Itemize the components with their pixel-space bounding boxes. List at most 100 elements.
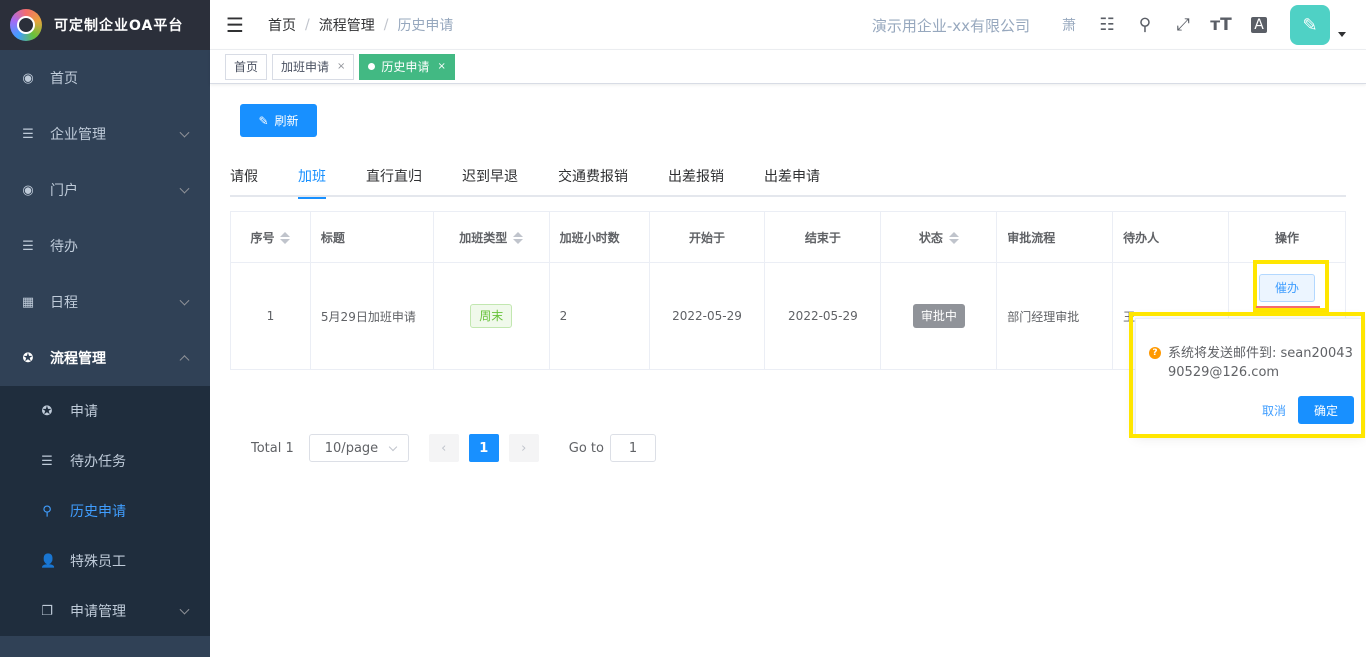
chevron-down-icon <box>388 442 398 452</box>
sidebar-item-schedule[interactable]: ▦ 日程 <box>0 274 210 330</box>
dashboard-icon: ◉ <box>22 70 34 86</box>
chevron-down-icon <box>179 127 190 138</box>
sort-icon[interactable] <box>948 231 959 245</box>
app-title: 可定制企业OA平台 <box>54 18 184 34</box>
column-header-title: 标题 <box>309 211 434 263</box>
cell-index: 1 <box>230 262 311 370</box>
close-icon[interactable]: × <box>437 55 445 79</box>
tab-direct-trip[interactable]: 直行直归 <box>346 159 442 197</box>
lifebuoy-icon: ✪ <box>22 350 34 366</box>
goto-label: Go to <box>568 440 604 456</box>
column-header-type[interactable]: 加班类型 <box>432 211 550 263</box>
avatar[interactable]: ✎ <box>1290 5 1330 45</box>
sidebar-subitem-history[interactable]: ⚲ 历史申请 <box>0 486 210 536</box>
sidebar: 可定制企业OA平台 ◉ 首页 ☰ 企业管理 ◉ 门户 ☰ 待办 ▦ 日程 ✪ 流… <box>0 0 210 657</box>
tags-view: 首页 加班申请 × 历史申请 × <box>210 50 1366 84</box>
sidebar-subitem-special-staff[interactable]: 👤 特殊员工 <box>0 536 210 586</box>
sort-icon[interactable] <box>280 231 291 245</box>
sidebar-subitem-apply-manage[interactable]: ❐ 申请管理 <box>0 586 210 636</box>
breadcrumb-item[interactable]: 流程管理 <box>319 15 375 35</box>
caret-down-icon[interactable] <box>1338 31 1346 37</box>
cell-type: 周末 <box>432 262 550 370</box>
app-logo <box>10 9 42 41</box>
process-submenu: ✪ 申请 ☰ 待办任务 ⚲ 历史申请 👤 特殊员工 ❐ 申请管理 <box>0 386 210 636</box>
page-number-button[interactable]: 1 <box>468 434 499 462</box>
goto-page-input[interactable]: 1 <box>609 434 656 462</box>
logo-bar: 可定制企业OA平台 <box>0 0 210 50</box>
search-icon[interactable]: ⚲ <box>1126 15 1164 35</box>
navbar: ☰ 首页 / 流程管理 / 历史申请 演示用企业-xx有限公司 萧 ☷ ⚲ ⤢ … <box>210 0 1366 50</box>
edit-icon: ✎ <box>258 113 269 128</box>
sort-icon[interactable] <box>513 231 524 245</box>
goto-page: Go to 1 <box>569 434 656 462</box>
sidebar-subitem-apply[interactable]: ✪ 申请 <box>0 386 210 436</box>
grid-icon: ▦ <box>21 294 35 310</box>
highlight-urge-button <box>1253 260 1329 312</box>
tag-label: 历史申请 <box>381 59 430 74</box>
hamburger-icon[interactable]: ☰ <box>210 13 260 37</box>
close-icon[interactable]: × <box>337 55 345 79</box>
cell-end: 2022-05-29 <box>764 262 882 370</box>
tab-leave[interactable]: 请假 <box>230 159 278 197</box>
tab-overtime[interactable]: 加班 <box>278 159 346 199</box>
highlight-underline <box>1256 306 1320 308</box>
breadcrumb: 首页 / 流程管理 / 历史申请 <box>268 15 453 35</box>
column-header-index[interactable]: 序号 <box>230 211 311 263</box>
breadcrumb-separator: / <box>305 16 310 33</box>
sidebar-item-enterprise[interactable]: ☰ 企业管理 <box>0 106 210 162</box>
column-header-start: 开始于 <box>648 211 766 263</box>
page-size-value: 10/page <box>324 440 379 456</box>
next-page-button[interactable]: › <box>508 434 539 462</box>
tag-history-apply[interactable]: 历史申请 × <box>359 53 455 80</box>
navbar-right: 演示用企业-xx有限公司 萧 ☷ ⚲ ⤢ тT A ✎ <box>872 0 1366 50</box>
sidebar-item-label: 日程 <box>50 295 78 311</box>
fullscreen-icon[interactable]: ⤢ <box>1164 15 1202 35</box>
translate-icon[interactable]: A <box>1240 17 1278 33</box>
sidebar-item-portal[interactable]: ◉ 门户 <box>0 162 210 218</box>
sidebar-subitem-label: 历史申请 <box>70 504 126 520</box>
sidebar-item-label: 待办 <box>50 239 78 255</box>
status-badge: 审批中 <box>912 304 965 328</box>
user-name: 萧 <box>1062 18 1076 34</box>
column-header-flow: 审批流程 <box>996 211 1114 263</box>
sidebar-item-home[interactable]: ◉ 首页 <box>0 50 210 106</box>
sidebar-item-label: 流程管理 <box>50 351 106 367</box>
active-dot-icon <box>368 63 376 70</box>
page-size-select[interactable]: 10/page <box>308 434 409 462</box>
column-header-status[interactable]: 状态 <box>880 211 998 263</box>
chevron-down-icon <box>179 295 190 306</box>
font-size-icon[interactable]: тT <box>1202 15 1240 35</box>
sidebar-subitem-label: 申请管理 <box>70 604 126 620</box>
tab-late-early[interactable]: 迟到早退 <box>442 159 538 197</box>
tab-travel-expense[interactable]: 出差报销 <box>648 159 744 197</box>
highlight-popconfirm <box>1129 312 1365 438</box>
chevron-down-icon <box>179 183 190 194</box>
tag-home[interactable]: 首页 <box>225 53 268 80</box>
pagination-total: Total 1 <box>251 440 294 456</box>
company-name: 演示用企业-xx有限公司 <box>871 16 1030 35</box>
column-header-action: 操作 <box>1227 211 1347 263</box>
list-icon: ☰ <box>41 453 53 469</box>
sidebar-subitem-todo-tasks[interactable]: ☰ 待办任务 <box>0 436 210 486</box>
cell-status: 审批中 <box>880 262 998 370</box>
category-tabs: 请假 加班 直行直归 迟到早退 交通费报销 出差报销 出差申请 <box>230 159 1346 199</box>
tab-travel-apply[interactable]: 出差申请 <box>744 159 840 197</box>
tag-overtime-apply[interactable]: 加班申请 × <box>272 53 355 80</box>
chevron-down-icon <box>179 604 190 615</box>
breadcrumb-item[interactable]: 首页 <box>268 15 296 35</box>
sidebar-item-label: 门户 <box>50 183 78 199</box>
prev-page-button[interactable]: ‹ <box>428 434 459 462</box>
pagination: Total 1 10/page ‹ 1 › Go to 1 <box>251 434 656 462</box>
cell-start: 2022-05-29 <box>648 262 766 370</box>
sidebar-item-process[interactable]: ✪ 流程管理 <box>0 330 210 386</box>
tab-transport-expense[interactable]: 交通费报销 <box>538 159 648 197</box>
menu-list-icon[interactable]: ☷ <box>1088 15 1126 35</box>
sidebar-item-todo[interactable]: ☰ 待办 <box>0 218 210 274</box>
sidebar-subitem-label: 待办任务 <box>70 454 126 470</box>
sidebar-subitem-label: 申请 <box>70 404 98 420</box>
table-header-row: 序号 标题 加班类型 加班小时数 开始于 结束于 状态 审批流程 待办人 操作 <box>230 211 1347 263</box>
dashboard-icon: ◉ <box>22 182 34 198</box>
refresh-button[interactable]: ✎ 刷新 <box>240 104 317 137</box>
sidebar-subitem-label: 特殊员工 <box>70 554 126 570</box>
cell-hours: 2 <box>548 262 650 370</box>
